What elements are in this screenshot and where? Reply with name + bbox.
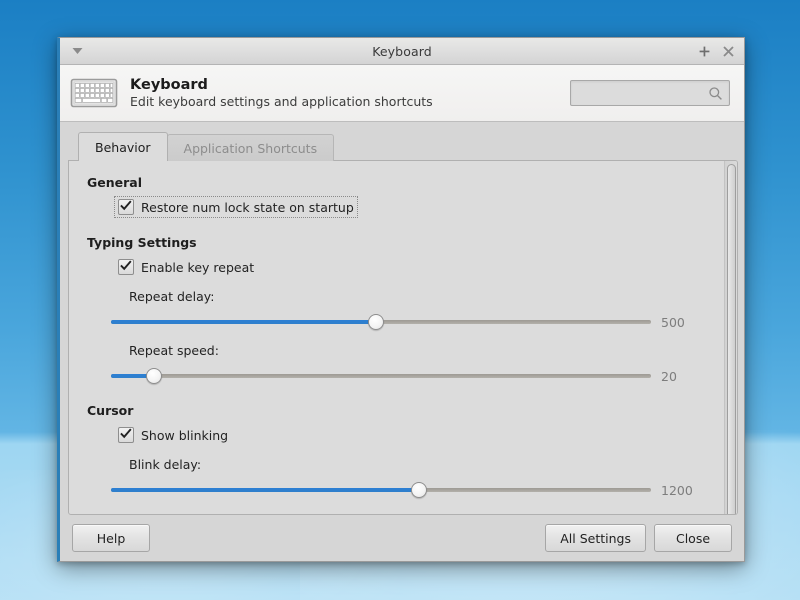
group-title-general: General (87, 175, 724, 190)
slider-row-repeat-delay: 500 (111, 313, 724, 331)
header-text-block: Keyboard Edit keyboard settings and appl… (130, 77, 433, 109)
slider-blink-delay[interactable] (111, 481, 651, 499)
slider-fill (111, 488, 419, 492)
slider-repeat-delay[interactable] (111, 313, 651, 331)
tab-bar: Behavior Application Shortcuts (68, 130, 738, 161)
value-blink-delay: 1200 (661, 483, 701, 498)
tab-behavior-label: Behavior (95, 140, 151, 155)
dialog-footer: Help All Settings Close (60, 515, 744, 561)
search-icon (708, 86, 723, 101)
search-box[interactable] (570, 80, 730, 106)
checkbox-enable-key-repeat[interactable]: Enable key repeat (115, 257, 257, 277)
tab-application-shortcuts[interactable]: Application Shortcuts (167, 134, 335, 161)
value-repeat-delay: 500 (661, 315, 701, 330)
page-subtitle: Edit keyboard settings and application s… (130, 95, 433, 109)
search-container (570, 80, 730, 106)
checkbox-enable-key-repeat-label: Enable key repeat (141, 260, 254, 275)
value-repeat-speed: 20 (661, 369, 701, 384)
tab-panel-behavior: General Restore num lock state on startu… (68, 160, 738, 515)
label-blink-delay: Blink delay: (129, 457, 724, 472)
close-button[interactable] (721, 44, 736, 59)
group-title-typing-settings: Typing Settings (87, 235, 724, 250)
window-titlebar[interactable]: Keyboard (60, 38, 744, 65)
slider-handle[interactable] (368, 314, 384, 330)
slider-handle[interactable] (411, 482, 427, 498)
checkbox-show-blinking[interactable]: Show blinking (115, 425, 231, 445)
keyboard-settings-window: Keyboard (57, 37, 745, 562)
typing-group-body: Enable key repeat Repeat delay: 500 Repe… (87, 257, 724, 385)
page-title: Keyboard (130, 77, 433, 94)
search-input[interactable] (577, 85, 708, 101)
slider-row-blink-delay: 1200 (111, 481, 724, 499)
cursor-group-body: Show blinking Blink delay: 1200 (87, 425, 724, 499)
slider-fill (111, 320, 376, 324)
content-area: Behavior Application Shortcuts General (60, 122, 744, 515)
checkmark-icon (118, 427, 134, 443)
slider-repeat-speed[interactable] (111, 367, 651, 385)
all-settings-button[interactable]: All Settings (545, 524, 646, 552)
keyboard-icon (70, 75, 118, 111)
slider-row-repeat-speed: 20 (111, 367, 724, 385)
checkmark-icon (118, 199, 134, 215)
checkbox-restore-numlock-label: Restore num lock state on startup (141, 200, 354, 215)
maximize-button[interactable] (697, 44, 712, 59)
close-dialog-button[interactable]: Close (654, 524, 732, 552)
checkmark-icon (118, 259, 134, 275)
slider-track (111, 374, 651, 378)
scrollbar-thumb[interactable] (727, 164, 736, 515)
dialog-header: Keyboard Edit keyboard settings and appl… (60, 65, 744, 122)
close-icon (723, 46, 734, 57)
window-title: Keyboard (60, 44, 744, 59)
label-repeat-speed: Repeat speed: (129, 343, 724, 358)
vertical-scrollbar[interactable] (724, 161, 737, 514)
chevron-down-icon (72, 47, 83, 55)
window-menu-button[interactable] (66, 41, 88, 61)
tab-behavior[interactable]: Behavior (78, 132, 168, 161)
checkbox-restore-numlock[interactable]: Restore num lock state on startup (115, 197, 357, 217)
general-group-body: Restore num lock state on startup (87, 197, 724, 217)
plus-icon (699, 46, 710, 57)
slider-handle[interactable] (146, 368, 162, 384)
settings-list: General Restore num lock state on startu… (69, 161, 724, 514)
checkbox-show-blinking-label: Show blinking (141, 428, 228, 443)
tab-application-shortcuts-label: Application Shortcuts (184, 141, 318, 156)
label-repeat-delay: Repeat delay: (129, 289, 724, 304)
group-title-cursor: Cursor (87, 403, 724, 418)
help-button[interactable]: Help (72, 524, 150, 552)
window-controls (697, 44, 738, 59)
